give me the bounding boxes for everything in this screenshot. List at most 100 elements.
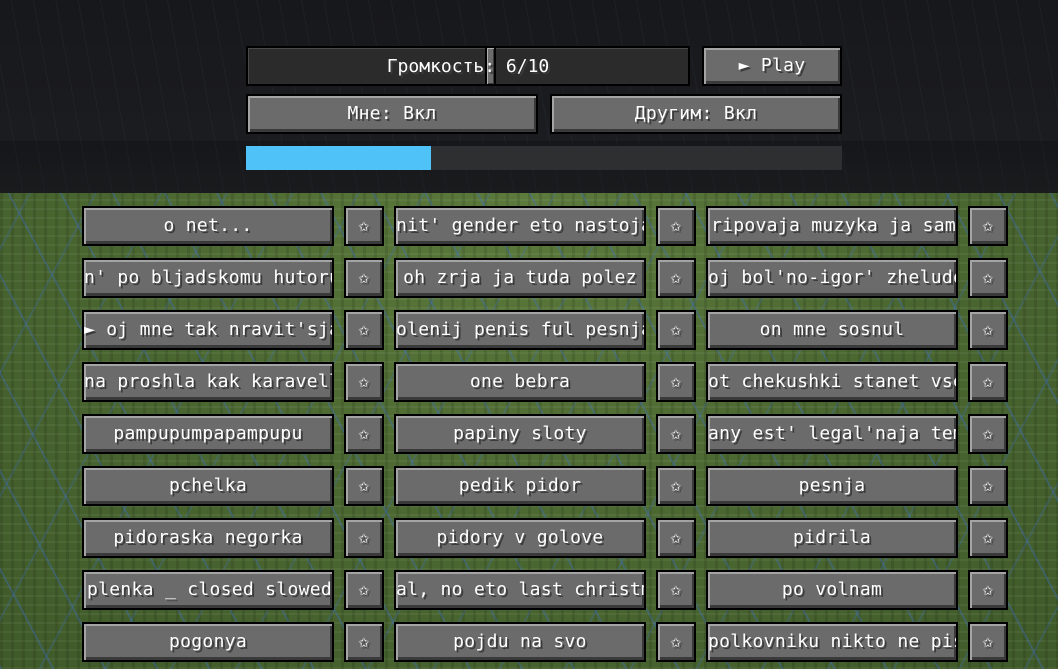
- star-icon: ✩: [358, 423, 370, 444]
- favorite-button[interactable]: ✩: [656, 570, 696, 610]
- favorite-button[interactable]: ✩: [968, 310, 1008, 350]
- song-button[interactable]: pidrila: [706, 518, 958, 558]
- play-button[interactable]: ► Play: [702, 46, 842, 86]
- favorite-button[interactable]: ✩: [344, 518, 384, 558]
- song-button[interactable]: plenka _ closed slowed: [82, 570, 334, 610]
- star-icon: ✩: [670, 215, 682, 236]
- song-button[interactable]: ot chekushki stanet vsen: [706, 362, 958, 402]
- song-button[interactable]: ► oj mne tak nravit'sja: [82, 310, 334, 350]
- star-icon: ✩: [982, 475, 994, 496]
- song-title: on mne sosnul: [759, 319, 905, 340]
- star-icon: ✩: [670, 631, 682, 652]
- song-button[interactable]: pedik pidor: [394, 466, 646, 506]
- favorite-button[interactable]: ✩: [656, 414, 696, 454]
- favorite-button[interactable]: ✩: [968, 622, 1008, 662]
- song-button[interactable]: nit' gender eto nastojas: [394, 206, 646, 246]
- song-title: pidrila: [793, 527, 871, 548]
- song-button[interactable]: pogonya: [82, 622, 334, 662]
- song-button[interactable]: oh zrja ja tuda polez: [394, 258, 646, 298]
- playback-progress-bar[interactable]: [246, 146, 842, 170]
- favorite-button[interactable]: ✩: [344, 622, 384, 662]
- favorite-button[interactable]: ✩: [968, 206, 1008, 246]
- song-title: ot chekushki stanet vsen: [708, 371, 958, 392]
- playback-progress-fill: [246, 146, 431, 170]
- song-button[interactable]: pojdu na svo: [394, 622, 646, 662]
- song-button[interactable]: papiny sloty: [394, 414, 646, 454]
- song-button[interactable]: one bebra: [394, 362, 646, 402]
- song-title: na proshla kak karavella: [84, 371, 334, 392]
- song-title: pidory v golove: [436, 527, 604, 548]
- song-button[interactable]: pidoraska negorka: [82, 518, 334, 558]
- star-icon: ✩: [982, 579, 994, 600]
- me-toggle-label: Мне: Вкл: [347, 103, 437, 124]
- star-icon: ✩: [670, 475, 682, 496]
- favorite-button[interactable]: ✩: [656, 466, 696, 506]
- favorite-button[interactable]: ✩: [344, 310, 384, 350]
- star-icon: ✩: [670, 371, 682, 392]
- star-icon: ✩: [358, 371, 370, 392]
- song-title: papiny sloty: [453, 423, 587, 444]
- star-icon: ✩: [358, 215, 370, 236]
- star-icon: ✩: [982, 371, 994, 392]
- favorite-button[interactable]: ✩: [344, 570, 384, 610]
- me-toggle-button[interactable]: Мне: Вкл: [246, 94, 538, 134]
- star-icon: ✩: [670, 527, 682, 548]
- song-button[interactable]: na proshla kak karavella: [82, 362, 334, 402]
- others-toggle-button[interactable]: Другим: Вкл: [550, 94, 842, 134]
- song-title: plenka _ closed slowed: [86, 579, 332, 600]
- song-button[interactable]: pchelka: [82, 466, 334, 506]
- song-button[interactable]: pidory v golove: [394, 518, 646, 558]
- song-title: po volnam: [781, 579, 883, 600]
- favorite-button[interactable]: ✩: [968, 414, 1008, 454]
- volume-slider[interactable]: Громкость: 6/10: [246, 46, 690, 86]
- star-icon: ✩: [670, 579, 682, 600]
- song-button[interactable]: po volnam: [706, 570, 958, 610]
- star-icon: ✩: [358, 319, 370, 340]
- song-title: oj bol'no-igor' zheludok: [708, 267, 958, 288]
- favorite-button[interactable]: ✩: [656, 258, 696, 298]
- star-icon: ✩: [982, 319, 994, 340]
- favorite-button[interactable]: ✩: [656, 310, 696, 350]
- song-button[interactable]: on mne sosnul: [706, 310, 958, 350]
- song-title: oh zrja ja tuda polez: [403, 267, 637, 288]
- favorite-button[interactable]: ✩: [968, 258, 1008, 298]
- song-title: pesnja: [798, 475, 866, 496]
- favorite-button[interactable]: ✩: [656, 362, 696, 402]
- song-title: nit' gender eto nastojas: [396, 215, 646, 236]
- star-icon: ✩: [358, 475, 370, 496]
- song-title: olenij penis ful pesnja: [396, 319, 646, 340]
- song-title: polkovniku nikto ne pishe: [708, 631, 956, 652]
- favorite-button[interactable]: ✩: [656, 206, 696, 246]
- song-button[interactable]: ripovaja muzyka ja sam: [706, 206, 958, 246]
- song-title: any est' legal'naja temka: [708, 423, 956, 444]
- song-button[interactable]: pesnja: [706, 466, 958, 506]
- song-button[interactable]: o net...: [82, 206, 334, 246]
- favorite-button[interactable]: ✩: [344, 258, 384, 298]
- favorite-button[interactable]: ✩: [968, 570, 1008, 610]
- favorite-button[interactable]: ✩: [656, 622, 696, 662]
- favorite-button[interactable]: ✩: [968, 466, 1008, 506]
- favorite-button[interactable]: ✩: [656, 518, 696, 558]
- song-button[interactable]: n' po bljadskomu hutoru: [82, 258, 334, 298]
- favorite-button[interactable]: ✩: [344, 466, 384, 506]
- star-icon: ✩: [982, 527, 994, 548]
- song-button[interactable]: oj bol'no-igor' zheludok: [706, 258, 958, 298]
- song-button[interactable]: any est' legal'naja temka: [706, 414, 958, 454]
- song-title: pogonya: [169, 631, 247, 652]
- song-title: o net...: [163, 215, 253, 236]
- song-button[interactable]: pampupumpapampupu: [82, 414, 334, 454]
- star-icon: ✩: [982, 215, 994, 236]
- star-icon: ✩: [358, 267, 370, 288]
- favorite-button[interactable]: ✩: [968, 362, 1008, 402]
- play-button-label: ► Play: [738, 55, 806, 76]
- song-title: pedik pidor: [458, 475, 582, 496]
- song-button[interactable]: al, no eto last christmas: [394, 570, 646, 610]
- favorite-button[interactable]: ✩: [344, 362, 384, 402]
- song-button[interactable]: polkovniku nikto ne pishe: [706, 622, 958, 662]
- song-title: pojdu na svo: [453, 631, 587, 652]
- song-button[interactable]: olenij penis ful pesnja: [394, 310, 646, 350]
- song-title: n' po bljadskomu hutoru: [84, 267, 334, 288]
- favorite-button[interactable]: ✩: [968, 518, 1008, 558]
- favorite-button[interactable]: ✩: [344, 206, 384, 246]
- favorite-button[interactable]: ✩: [344, 414, 384, 454]
